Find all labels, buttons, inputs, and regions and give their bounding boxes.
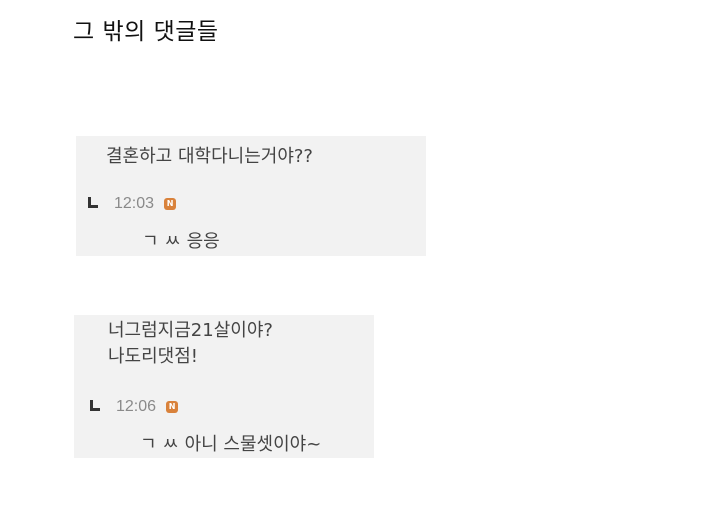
- reply-meta: 12:06 N: [88, 396, 179, 418]
- comment-card: 결혼하고 대학다니는거야?? 12:03 N ㄱ ㅆ 응응: [76, 136, 426, 256]
- reply-meta: 12:03 N: [86, 193, 177, 215]
- page-title: 그 밖의 댓글들: [73, 19, 219, 45]
- reply-text: ㄱ ㅆ 응응: [142, 231, 220, 252]
- new-badge-icon: N: [164, 198, 177, 210]
- comment-card: 너그럼지금21살이야? 나도리댓점! 12:06 N ㄱ ㅆ 아니 스물셋이야~: [74, 315, 374, 458]
- new-badge-icon: N: [166, 401, 179, 413]
- reply-time: 12:03: [114, 195, 155, 212]
- reply-time: 12:06: [116, 398, 157, 415]
- reply-arrow-icon: [86, 197, 100, 211]
- reply-text: ㄱ ㅆ 아니 스물셋이야~: [140, 434, 322, 455]
- comment-text: 너그럼지금21살이야? 나도리댓점!: [108, 320, 273, 367]
- reply-arrow-icon: [88, 400, 102, 414]
- comment-text: 결혼하고 대학다니는거야??: [106, 146, 313, 167]
